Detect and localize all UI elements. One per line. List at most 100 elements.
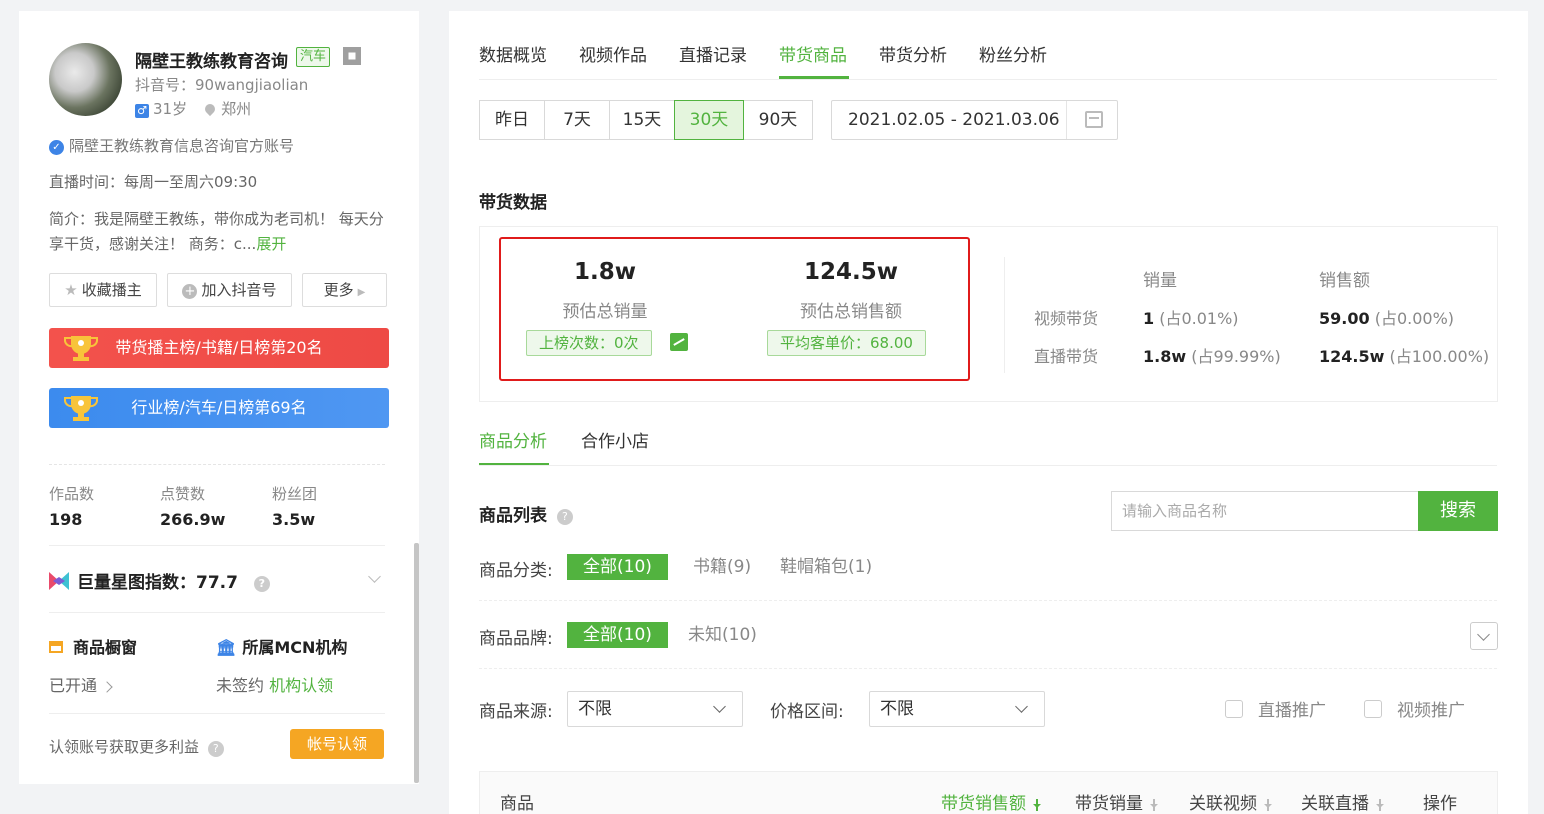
avatar[interactable] <box>49 43 122 116</box>
row-video-amount: 59.00 (占0.00%) <box>1319 305 1454 329</box>
stat-value: 266.9w <box>160 510 226 529</box>
industry-rank-text: 行业榜/汽车/日榜第69名 <box>131 398 307 417</box>
col-related-videos[interactable]: 关联视频 <box>1189 789 1273 814</box>
col-goods-sales[interactable]: 带货销量 <box>1075 789 1159 814</box>
mcn-status: 未签约 <box>216 676 265 695</box>
divider <box>49 464 385 465</box>
subtab-goods-analysis[interactable]: 商品分析 <box>479 427 547 452</box>
range-30d[interactable]: 30天 <box>674 100 744 140</box>
tab-live-records[interactable]: 直播记录 <box>679 41 747 66</box>
mcn-claim-link[interactable]: 机构认领 <box>269 676 333 695</box>
sort-desc-icon <box>1033 799 1042 811</box>
shop-status-link[interactable]: 已开通 <box>49 672 113 696</box>
claim-account-button[interactable]: 帐号认领 <box>290 729 384 759</box>
profile-panel: 隔壁王教练教育咨询 汽车 抖音号：90wangjiaolian ♂ 31岁 郑州 ✓… <box>19 11 419 784</box>
add-label: 加入抖音号 <box>201 281 277 299</box>
col-goods-amount[interactable]: 带货销售额 <box>941 789 1042 814</box>
live-sales-value: 1.8w <box>1143 347 1187 366</box>
divider <box>49 713 385 714</box>
live-promo-checkbox[interactable] <box>1225 700 1243 718</box>
calendar-icon <box>1085 111 1103 128</box>
avg-price-badge: 平均客单价：68.00 <box>767 330 926 356</box>
brand-filter-label: 商品品牌: <box>479 629 553 649</box>
range-90d[interactable]: 90天 <box>743 100 813 140</box>
main-panel: 数据概览 视频作品 直播记录 带货商品 带货分析 粉丝分析 昨日 7天 15天 … <box>449 11 1528 814</box>
live-promo-label: 直播推广 <box>1258 701 1326 721</box>
tab-videos[interactable]: 视频作品 <box>579 41 647 66</box>
video-sales-value: 1 <box>1143 309 1155 328</box>
tab-fans-analysis[interactable]: 粉丝分析 <box>979 41 1047 66</box>
chevron-down-icon <box>713 700 726 713</box>
category-tag: 汽车 <box>296 47 331 67</box>
goods-search-input[interactable]: 请输入商品名称 <box>1111 491 1419 531</box>
brand-chip-unknown[interactable]: 未知(10) <box>672 622 773 648</box>
more-label: 更多 <box>323 281 354 299</box>
intro-text: 简介：我是隔壁王教练，带你成为老司机！ 每天分享干货，感谢关注！ 商务：c... <box>49 210 384 253</box>
category-chip-bags[interactable]: 鞋帽箱包(1) <box>764 554 888 580</box>
favorite-button[interactable]: ★ 收藏播主 <box>49 273 157 307</box>
total-sales-value: 1.8w <box>574 259 636 285</box>
industry-rank-bar[interactable]: 行业榜/汽车/日榜第69名 <box>49 388 389 428</box>
range-yesterday[interactable]: 昨日 <box>479 100 545 140</box>
total-amount-label: 预估总销售额 <box>800 302 902 322</box>
tab-goods-analysis[interactable]: 带货分析 <box>879 41 947 66</box>
shop-status: 已开通 <box>49 676 98 695</box>
filter-divider <box>479 668 1497 669</box>
brand-chip-all[interactable]: 全部(10) <box>567 622 668 648</box>
source-select[interactable]: 不限 <box>567 691 743 727</box>
divider <box>49 545 385 546</box>
search-button[interactable]: 搜索 <box>1418 491 1498 531</box>
chevron-down-icon[interactable] <box>368 570 381 583</box>
row-video-sales: 1 (占0.01%) <box>1143 305 1239 329</box>
goods-rank-text: 带货播主榜/书籍/日榜第20名 <box>115 338 323 357</box>
douyin-id: 抖音号：90wangjiaolian <box>135 76 309 94</box>
category-chip-books[interactable]: 书籍(9) <box>677 554 767 580</box>
range-7d[interactable]: 7天 <box>544 100 610 140</box>
col-actions: 操作 <box>1423 794 1457 814</box>
expand-link[interactable]: 展开 <box>256 235 286 253</box>
category-filter-label: 商品分类: <box>479 561 553 581</box>
live-amount-value: 124.5w <box>1319 347 1385 366</box>
subtab-partner-shops[interactable]: 合作小店 <box>581 427 649 452</box>
col-goods: 商品 <box>500 794 534 814</box>
verified-check-icon: ✓ <box>49 140 64 155</box>
stat-likes: 点赞数 266.9w <box>160 483 225 529</box>
expand-brands-button[interactable] <box>1470 622 1498 650</box>
plus-circle-icon: + <box>182 284 198 299</box>
help-icon[interactable]: ? <box>207 741 224 757</box>
age: 31岁 <box>153 100 188 118</box>
col-amount-header: 销售额 <box>1319 271 1370 291</box>
more-button[interactable]: 更多 ▶ <box>302 273 387 307</box>
col-related-live[interactable]: 关联直播 <box>1301 789 1385 814</box>
tabs-divider <box>479 79 1497 80</box>
shop-window: 商品橱窗 <box>49 634 137 658</box>
total-amount-value: 124.5w <box>804 259 898 285</box>
source-filter-label: 商品来源: <box>479 702 553 722</box>
verified-text: 隔壁王教练教育信息咨询官方账号 <box>69 137 295 155</box>
star-index-label: 巨量星图指数： <box>77 573 196 593</box>
profile-name: 隔壁王教练教育咨询 <box>135 52 288 72</box>
date-range-picker[interactable]: 2021.02.05 - 2021.03.06 <box>831 100 1118 140</box>
row-live-amount: 124.5w (占100.00%) <box>1319 343 1489 367</box>
shop-icon <box>49 641 63 653</box>
help-icon[interactable]: ? <box>556 509 573 525</box>
mcn-status-row: 未签约 机构认领 <box>216 672 333 696</box>
star-index: 巨量星图指数：77.7 ? <box>49 568 270 593</box>
row-live-label: 直播带货 <box>1034 347 1099 366</box>
range-15d[interactable]: 15天 <box>609 100 675 140</box>
price-select[interactable]: 不限 <box>869 691 1045 727</box>
add-douyin-button[interactable]: + 加入抖音号 <box>167 273 292 307</box>
trend-chart-icon[interactable] <box>670 333 688 351</box>
video-promo-checkbox[interactable] <box>1364 700 1382 718</box>
goods-rank-bar[interactable]: 带货播主榜/书籍/日榜第20名 <box>49 328 389 368</box>
tab-goods[interactable]: 带货商品 <box>779 41 847 66</box>
date-range-text: 2021.02.05 - 2021.03.06 <box>848 110 1060 130</box>
qr-code-icon[interactable] <box>343 47 361 65</box>
video-promo-label: 视频推广 <box>1397 701 1465 721</box>
category-chip-all[interactable]: 全部(10) <box>567 554 668 580</box>
scrollbar[interactable] <box>414 543 419 783</box>
trophy-icon <box>64 336 98 361</box>
goods-list-title-text: 商品列表 <box>479 506 547 526</box>
tab-overview[interactable]: 数据概览 <box>479 41 547 66</box>
help-icon[interactable]: ? <box>253 576 270 592</box>
